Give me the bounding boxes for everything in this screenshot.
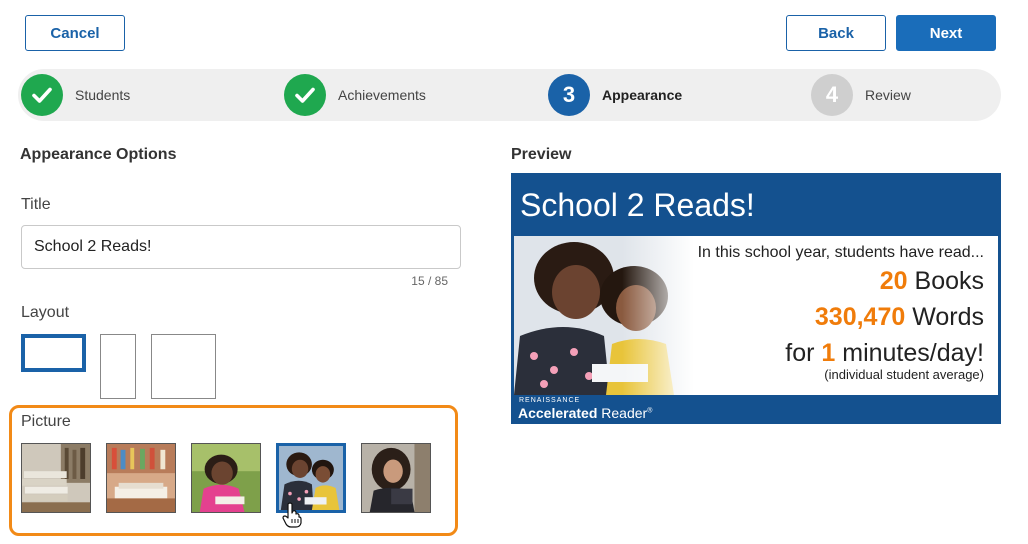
step-appearance[interactable]: 3 Appearance — [548, 74, 682, 116]
brand-mark: ® — [647, 407, 653, 415]
preview-title: School 2 Reads! — [520, 187, 755, 223]
accelerated-reader-logo: Accelerated Reader® — [518, 405, 652, 421]
words-unit: Words — [912, 303, 984, 331]
picture-thumb-woman-tablet[interactable] — [361, 443, 431, 513]
preview-words-line: 330,470 Words — [815, 303, 984, 332]
layout-option-wide[interactable] — [21, 334, 86, 372]
wizard-stepper: Students Achievements 3 Appearance 4 Rev… — [18, 69, 1001, 121]
step-label: Review — [865, 87, 911, 103]
brand-light: Reader — [601, 405, 648, 421]
step-label: Students — [75, 87, 131, 103]
words-count: 330,470 — [814, 303, 906, 331]
preview-body: In this school year, students have read.… — [514, 236, 998, 395]
title-char-counter: 15 / 85 — [411, 274, 448, 288]
preview-books-line: 20 Books — [880, 267, 984, 296]
step-label: Achievements — [338, 87, 426, 103]
books-count: 20 — [879, 267, 908, 295]
renaissance-logo-text: RENAISSANCE — [519, 397, 581, 404]
preview-intro: In this school year, students have read.… — [697, 244, 984, 261]
picture-thumb-girl-reading[interactable] — [191, 443, 261, 513]
minutes-unit: minutes/day! — [842, 339, 984, 367]
minutes-count: 1 — [821, 339, 836, 367]
preview-minutes-line: for 1 minutes/day! — [785, 339, 984, 368]
preview-photo — [514, 236, 694, 395]
layout-option-tall[interactable] — [100, 334, 136, 399]
hand-cursor-icon — [282, 502, 302, 528]
title-label: Title — [21, 196, 51, 213]
minutes-prefix: for — [785, 339, 815, 367]
preview-note: (individual student average) — [824, 367, 984, 382]
preview-card: School 2 Reads! In this school year, stu… — [511, 173, 1001, 424]
picture-label: Picture — [21, 413, 71, 430]
appearance-options-heading: Appearance Options — [20, 146, 177, 163]
picture-thumb-library-books[interactable] — [106, 443, 176, 513]
check-icon — [284, 74, 326, 116]
layout-label: Layout — [21, 304, 70, 321]
picture-thumb-books-stack[interactable] — [21, 443, 91, 513]
step-label: Appearance — [602, 87, 683, 103]
step-number-badge: 3 — [548, 74, 590, 116]
back-button[interactable]: Back — [786, 15, 886, 51]
step-students[interactable]: Students — [21, 74, 130, 116]
brand-bold: Accelerated — [518, 405, 598, 421]
preview-heading: Preview — [511, 146, 572, 163]
step-review[interactable]: 4 Review — [811, 74, 911, 116]
title-input[interactable] — [21, 225, 461, 269]
next-button[interactable]: Next — [896, 15, 996, 51]
check-icon — [21, 74, 63, 116]
step-number-badge: 4 — [811, 74, 853, 116]
cancel-button[interactable]: Cancel — [25, 15, 125, 51]
layout-option-square[interactable] — [151, 334, 216, 399]
books-unit: Books — [914, 267, 984, 295]
step-achievements[interactable]: Achievements — [284, 74, 426, 116]
